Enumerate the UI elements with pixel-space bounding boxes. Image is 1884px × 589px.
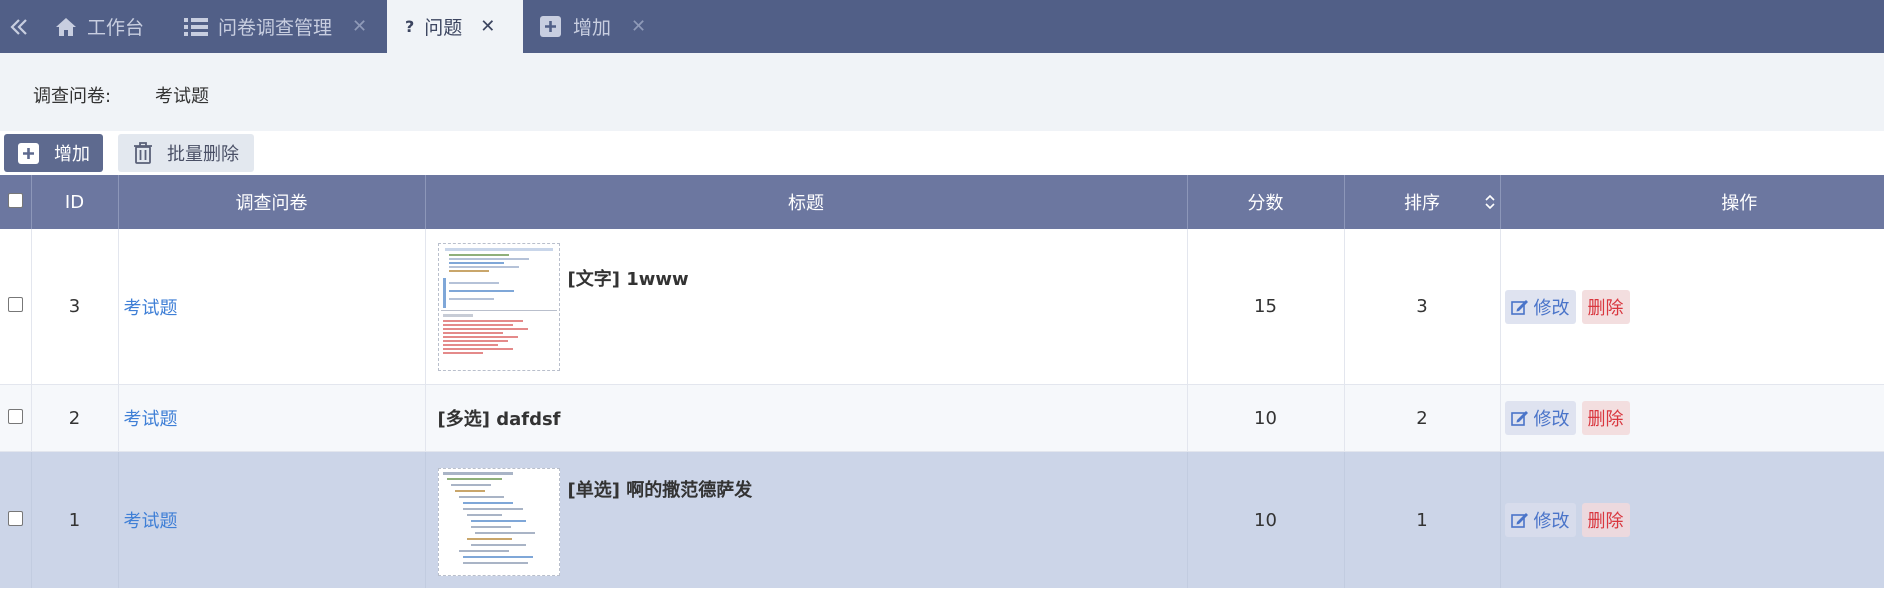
delete-button[interactable]: 删除 bbox=[1581, 503, 1630, 537]
table-row: 1 考试题 [单选] 啊的撒范德萨发 10 1 修改 删除 bbox=[0, 451, 1884, 588]
batch-delete-button[interactable]: 批量删除 bbox=[118, 134, 254, 172]
delete-button[interactable]: 删除 bbox=[1581, 401, 1630, 435]
question-image-thumbnail[interactable] bbox=[437, 468, 560, 576]
survey-filter-value: 考试题 bbox=[155, 86, 209, 107]
edit-label: 修改 bbox=[1533, 297, 1570, 319]
row-checkbox[interactable] bbox=[7, 510, 23, 526]
edit-button[interactable]: 修改 bbox=[1504, 289, 1576, 324]
delete-button[interactable]: 删除 bbox=[1581, 289, 1630, 324]
tab-question[interactable]: ? 问题 ✕ bbox=[387, 0, 523, 53]
title-cell: [单选] 啊的撒范德萨发 bbox=[425, 451, 1188, 588]
column-header-id[interactable]: ID bbox=[31, 175, 119, 229]
tab-label: 工作台 bbox=[87, 17, 145, 39]
tab-workbench[interactable]: 工作台 bbox=[55, 0, 144, 53]
survey-filter-label: 调查问卷: bbox=[33, 86, 112, 107]
select-all-checkbox[interactable] bbox=[7, 192, 23, 208]
row-select-cell bbox=[0, 229, 32, 385]
delete-label: 删除 bbox=[1587, 511, 1624, 532]
tab-label: 问题 bbox=[424, 17, 463, 39]
score-cell: 10 bbox=[1187, 451, 1345, 588]
home-icon bbox=[56, 17, 76, 36]
edit-button[interactable]: 修改 bbox=[1504, 503, 1576, 537]
edit-label: 修改 bbox=[1533, 409, 1570, 430]
tab-label: 问卷调查管理 bbox=[218, 17, 333, 39]
edit-label: 修改 bbox=[1533, 511, 1570, 532]
actions-cell: 修改 删除 bbox=[1500, 229, 1884, 385]
question-icon: ? bbox=[405, 17, 415, 36]
plus-square-icon bbox=[540, 16, 561, 37]
order-cell: 2 bbox=[1344, 384, 1501, 452]
score-cell: 15 bbox=[1187, 229, 1345, 385]
row-checkbox[interactable] bbox=[7, 297, 23, 312]
plus-square-icon bbox=[18, 142, 39, 164]
title-cell: [多选] dafdsf bbox=[425, 384, 1188, 452]
double-chevron-left-icon bbox=[10, 18, 27, 35]
actions-cell: 修改 删除 bbox=[1500, 451, 1884, 588]
list-icon bbox=[184, 17, 208, 36]
column-header-title[interactable]: 标题 bbox=[425, 175, 1188, 229]
table-row: 3 考试题 [文字] 1www 15 3 修改 删除 bbox=[0, 229, 1884, 385]
column-header-actions: 操作 bbox=[1500, 175, 1884, 229]
title-cell: [文字] 1www bbox=[425, 229, 1188, 385]
score-cell: 10 bbox=[1187, 384, 1345, 452]
column-header-order-label: 排序 bbox=[1404, 193, 1440, 214]
question-image-thumbnail[interactable] bbox=[437, 242, 560, 371]
filter-bar: 调查问卷: 考试题 bbox=[0, 53, 1884, 131]
delete-label: 删除 bbox=[1587, 409, 1624, 430]
order-cell: 3 bbox=[1344, 229, 1501, 385]
question-title: [多选] dafdsf bbox=[437, 409, 561, 430]
column-header-survey[interactable]: 调查问卷 bbox=[118, 175, 426, 229]
id-cell: 3 bbox=[31, 229, 119, 385]
order-cell: 1 bbox=[1344, 451, 1501, 588]
survey-link[interactable]: 考试题 bbox=[118, 384, 426, 452]
tab-survey-management[interactable]: 问卷调查管理 ✕ bbox=[184, 0, 367, 53]
edit-icon bbox=[1510, 411, 1528, 426]
close-icon[interactable]: ✕ bbox=[352, 16, 367, 37]
table-header-row: ID 调查问卷 标题 分数 排序 操作 bbox=[0, 175, 1884, 229]
tab-add[interactable]: 增加 ✕ bbox=[540, 0, 646, 53]
id-cell: 1 bbox=[31, 451, 119, 588]
edit-icon bbox=[1510, 299, 1528, 315]
select-all-header bbox=[0, 175, 32, 229]
delete-label: 删除 bbox=[1587, 297, 1624, 319]
row-select-cell bbox=[0, 384, 32, 452]
actions-cell: 修改 删除 bbox=[1500, 384, 1884, 452]
edit-button[interactable]: 修改 bbox=[1504, 401, 1576, 435]
survey-link[interactable]: 考试题 bbox=[118, 229, 426, 385]
row-checkbox[interactable] bbox=[7, 408, 23, 424]
add-button-label: 增加 bbox=[54, 144, 90, 165]
id-cell: 2 bbox=[31, 384, 119, 452]
survey-link[interactable]: 考试题 bbox=[118, 451, 426, 588]
close-icon[interactable]: ✕ bbox=[631, 16, 646, 37]
batch-delete-label: 批量删除 bbox=[167, 144, 239, 165]
trash-icon bbox=[134, 142, 152, 164]
add-button[interactable]: 增加 bbox=[4, 134, 103, 172]
sort-icon[interactable] bbox=[1484, 194, 1495, 210]
column-header-order[interactable]: 排序 bbox=[1344, 175, 1501, 229]
column-header-actions-label: 操作 bbox=[1721, 193, 1758, 214]
column-header-score[interactable]: 分数 bbox=[1187, 175, 1345, 229]
question-title: [文字] 1www bbox=[567, 268, 689, 290]
collapse-tabs-button[interactable] bbox=[8, 0, 30, 53]
row-select-cell bbox=[0, 451, 32, 588]
questions-table: ID 调查问卷 标题 分数 排序 操作 3 考试题 [文字] 1www 15 3… bbox=[0, 175, 1884, 588]
question-title: [单选] 啊的撒范德萨发 bbox=[567, 480, 753, 501]
tab-label: 增加 bbox=[573, 17, 612, 39]
table-row: 2 考试题 [多选] dafdsf 10 2 修改 删除 bbox=[0, 384, 1884, 452]
edit-icon bbox=[1510, 513, 1528, 528]
close-icon[interactable]: ✕ bbox=[480, 16, 495, 37]
tab-bar: 工作台 问卷调查管理 ✕ ? 问题 ✕ 增加 ✕ bbox=[0, 0, 1884, 53]
